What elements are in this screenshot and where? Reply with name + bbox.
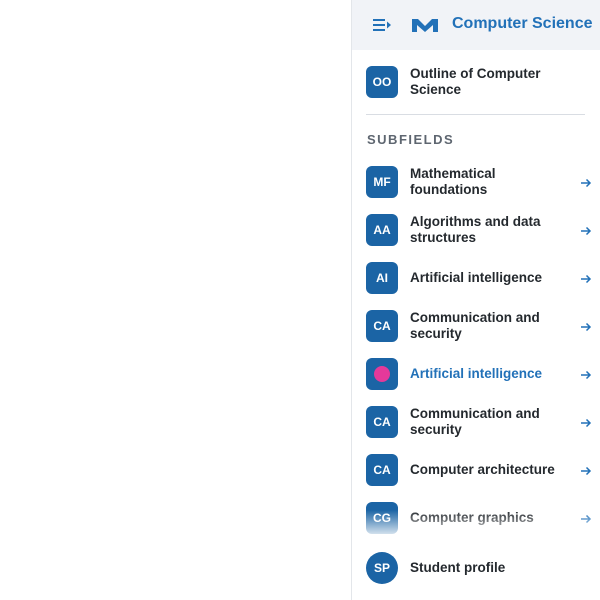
outline-avatar: OO [366, 66, 398, 98]
subfield-item-artificial-intelligence[interactable]: AI Artificial intelligence [366, 254, 592, 302]
subfield-item-communication-security[interactable]: CA Communication and security [366, 302, 592, 350]
arrow-right-icon [580, 320, 592, 332]
subfield-item-communication-security-2[interactable]: CA Communication and security [366, 398, 592, 446]
subfield-avatar: CG [366, 502, 398, 534]
sidebar-header: Computer Science [352, 0, 600, 50]
profile-label: Student profile [410, 560, 506, 575]
subfield-item-algorithms[interactable]: AA Algorithms and data structures [366, 206, 592, 254]
subfield-label: Computer architecture [410, 462, 555, 477]
arrow-right-icon [580, 176, 592, 188]
arrow-right-icon [580, 224, 592, 236]
subfield-avatar: CA [366, 406, 398, 438]
subfield-label: Communication and security [410, 310, 540, 341]
subfield-label: Computer graphics [410, 510, 534, 525]
subfield-avatar: AI [366, 262, 398, 294]
subfield-label: Algorithms and data structures [410, 214, 541, 245]
arrow-right-icon [580, 272, 592, 284]
subfield-label: Artificial intelligence [410, 270, 543, 285]
subfield-item-computer-architecture[interactable]: CA Computer architecture [366, 446, 592, 494]
subfield-avatar: CA [366, 310, 398, 342]
subfields-heading: SUBFIELDS [367, 132, 455, 147]
outline-label: Outline of Computer Science [410, 66, 541, 97]
collapse-menu-icon[interactable] [370, 14, 394, 36]
subfield-item-artificial-intelligence-active[interactable]: Artificial intelligence [366, 350, 592, 398]
subfield-item-computer-graphics[interactable]: CG Computer graphics [366, 494, 592, 542]
arrow-right-icon [580, 512, 592, 524]
subfield-avatar: AA [366, 214, 398, 246]
subfield-label: Artificial intelligence [410, 366, 543, 381]
arrow-right-icon [580, 368, 592, 380]
active-dot-icon [374, 366, 390, 382]
subfields-list: MF Mathematical foundations AA Algorithm… [366, 158, 592, 542]
outline-link[interactable]: OO Outline of Computer Science [366, 64, 586, 100]
subfield-label: Mathematical foundations [410, 166, 496, 197]
subfield-item-mathematical-foundations[interactable]: MF Mathematical foundations [366, 158, 592, 206]
brand-m-logo-icon[interactable] [410, 16, 440, 34]
student-profile-link[interactable]: SP Student profile [366, 552, 586, 584]
arrow-right-icon [580, 464, 592, 476]
arrow-right-icon [580, 416, 592, 428]
subfield-avatar: CA [366, 454, 398, 486]
subject-sidebar: Computer Science OO Outline of Computer … [351, 0, 600, 600]
active-indicator-avatar [366, 358, 398, 390]
subfield-avatar: MF [366, 166, 398, 198]
subfield-label: Communication and security [410, 406, 540, 437]
subject-title[interactable]: Computer Science [452, 15, 592, 33]
profile-avatar: SP [366, 552, 398, 584]
divider [366, 114, 585, 115]
main-content-area [0, 0, 351, 600]
